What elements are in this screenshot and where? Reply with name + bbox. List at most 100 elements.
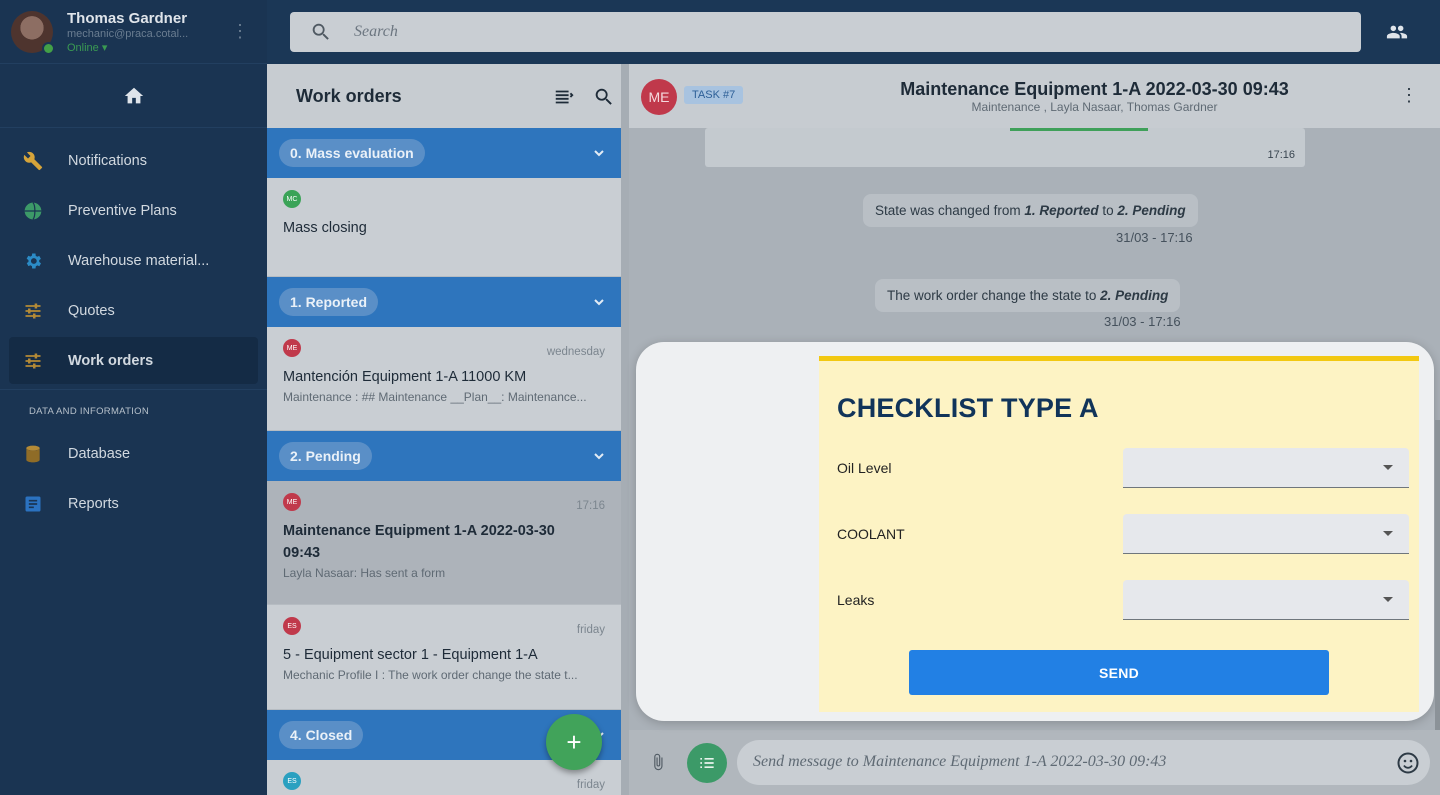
sidebar-item-preventive-plans[interactable]: Preventive Plans xyxy=(9,187,258,234)
list-item[interactable]: ME 17:16 Maintenance Equipment 1-A 2022-… xyxy=(267,481,621,605)
sidebar-item-label: Preventive Plans xyxy=(68,202,177,219)
group-header-pending[interactable]: 2. Pending xyxy=(267,431,621,481)
group-header-mass-evaluation[interactable]: 0. Mass evaluation xyxy=(267,128,621,178)
field-label: Oil Level xyxy=(837,460,892,476)
task-tag[interactable]: TASK #7 xyxy=(684,86,744,104)
search-input[interactable]: Search xyxy=(290,12,1361,52)
sidebar-item-notifications[interactable]: Notifications xyxy=(9,137,258,184)
paperclip-icon[interactable] xyxy=(649,750,667,774)
online-indicator xyxy=(42,41,55,55)
panel-divider[interactable] xyxy=(621,64,629,795)
status-caret-icon: ▾ xyxy=(101,41,108,54)
form-row-leaks: Leaks xyxy=(837,580,1409,620)
field-label: COOLANT xyxy=(837,526,905,542)
coolant-select[interactable] xyxy=(1123,514,1409,554)
add-work-order-button[interactable]: + xyxy=(546,714,602,770)
sys-text: The work order change the state to xyxy=(887,288,1101,303)
database-icon xyxy=(22,443,44,465)
emoji-icon[interactable] xyxy=(1396,751,1420,775)
home-button[interactable] xyxy=(0,64,267,128)
message-time: 31/03 - 17:16 xyxy=(1104,314,1181,329)
card-time: wednesday xyxy=(546,346,605,358)
sidebar-item-reports[interactable]: Reports xyxy=(9,480,258,527)
avatar: ES xyxy=(283,617,301,635)
card-subtitle: Mechanic Profile I : The work order chan… xyxy=(283,668,578,682)
forms-button[interactable] xyxy=(687,743,727,783)
avatar: ME xyxy=(283,339,301,357)
compose-bar: Send message to Maintenance Equipment 1-… xyxy=(629,730,1440,795)
sys-to: 2. Pending xyxy=(1117,203,1186,218)
user-name: Thomas Gardner xyxy=(67,9,188,27)
avatar: ME xyxy=(283,493,301,511)
list-item[interactable]: ES friday 5 - Equipment sector 1 - Equip… xyxy=(267,605,621,710)
chat-menu-icon[interactable]: ⋮ xyxy=(1400,86,1418,104)
message-placeholder: Send message to Maintenance Equipment 1-… xyxy=(753,753,1167,770)
chevron-down-icon[interactable] xyxy=(591,145,607,161)
chat-header: ME TASK #7 Maintenance Equipment 1-A 202… xyxy=(629,64,1440,128)
sys-text: to xyxy=(1098,203,1118,218)
search-icon[interactable] xyxy=(593,86,615,108)
user-email: mechanic@praca.cotal... xyxy=(67,27,189,40)
sidebar: Thomas Gardner mechanic@praca.cotal... O… xyxy=(0,0,267,795)
report-icon xyxy=(22,493,44,515)
card-title: Mantención Equipment 1-A 11000 KM xyxy=(283,369,527,385)
work-orders-panel: Work orders 0. Mass evaluation MC Mass c… xyxy=(267,64,621,795)
form-row-coolant: COOLANT xyxy=(837,514,1409,554)
oil-level-select[interactable] xyxy=(1123,448,1409,488)
user-status[interactable]: Online ▾ xyxy=(67,41,202,54)
dropdown-arrow-icon xyxy=(1383,531,1393,536)
sidebar-item-label: Work orders xyxy=(68,352,154,369)
chat-title: Maintenance Equipment 1-A 2022-03-30 09:… xyxy=(900,79,1289,99)
card-title: Maintenance Equipment 1-A 2022-03-30 09:… xyxy=(283,523,555,561)
work-orders-header: Work orders xyxy=(267,64,621,128)
system-message: State was changed from 1. Reported to 2.… xyxy=(863,194,1198,227)
dropdown-arrow-icon xyxy=(1383,597,1393,602)
group-label: 0. Mass evaluation xyxy=(279,139,425,167)
avatar: ES xyxy=(283,772,301,790)
sys-text: State was changed from xyxy=(875,203,1025,218)
sidebar-item-warehouse[interactable]: Warehouse material... xyxy=(9,237,258,284)
search-placeholder: Search xyxy=(354,23,398,40)
list-item[interactable]: ME wednesday Mantención Equipment 1-A 11… xyxy=(267,327,621,431)
message-input[interactable]: Send message to Maintenance Equipment 1-… xyxy=(737,740,1430,785)
leaks-select[interactable] xyxy=(1123,580,1409,620)
people-icon[interactable] xyxy=(1384,21,1410,43)
filter-list-icon[interactable] xyxy=(553,86,575,108)
sidebar-item-label: Database xyxy=(68,445,131,462)
sidebar-item-database[interactable]: Database xyxy=(9,430,258,477)
message-time: 17:16 xyxy=(1267,149,1295,161)
globe-icon xyxy=(22,200,44,222)
chevron-down-icon[interactable] xyxy=(591,448,607,464)
group-label: 4. Closed xyxy=(279,721,364,749)
list-item[interactable]: MC Mass closing xyxy=(267,178,621,277)
accent-bar xyxy=(1010,128,1148,131)
send-button[interactable]: SEND xyxy=(909,650,1329,695)
card-time: friday xyxy=(576,624,605,636)
sidebar-item-label: Quotes xyxy=(68,302,115,319)
sys-to: 2. Pending xyxy=(1100,288,1169,303)
form-row-oil-level: Oil Level xyxy=(837,448,1409,488)
top-bar: Search xyxy=(267,0,1440,64)
sidebar-item-quotes[interactable]: Quotes xyxy=(9,287,258,334)
user-profile: Thomas Gardner mechanic@praca.cotal... O… xyxy=(0,0,267,64)
message-bubble: 17:16 xyxy=(705,128,1305,167)
section-label: DATA AND INFORMATION xyxy=(0,389,267,427)
chat-scrollbar[interactable] xyxy=(1435,420,1440,730)
field-label: Leaks xyxy=(837,592,875,608)
card-title: Mass closing xyxy=(283,220,367,236)
sidebar-nav: Notifications Preventive Plans Warehouse… xyxy=(0,128,267,527)
chevron-down-icon[interactable] xyxy=(591,294,607,310)
panel-title: Work orders xyxy=(296,85,402,106)
avatar[interactable] xyxy=(11,10,55,55)
form-title: CHECKLIST TYPE A xyxy=(837,393,1099,423)
profile-menu-icon[interactable]: ⋮ xyxy=(231,22,249,40)
group-header-reported[interactable]: 1. Reported xyxy=(267,277,621,327)
checklist-modal: CHECKLIST TYPE A Oil Level COOLANT Leaks… xyxy=(636,342,1434,721)
avatar: MC xyxy=(283,190,301,208)
card-subtitle: Layla Nasaar: Has sent a form xyxy=(283,566,446,580)
sidebar-item-work-orders[interactable]: Work orders xyxy=(9,337,258,384)
system-message: The work order change the state to 2. Pe… xyxy=(875,279,1181,312)
avatar[interactable]: ME xyxy=(641,79,677,115)
card-time: 17:16 xyxy=(576,500,605,512)
sys-from: 1. Reported xyxy=(1024,203,1099,218)
